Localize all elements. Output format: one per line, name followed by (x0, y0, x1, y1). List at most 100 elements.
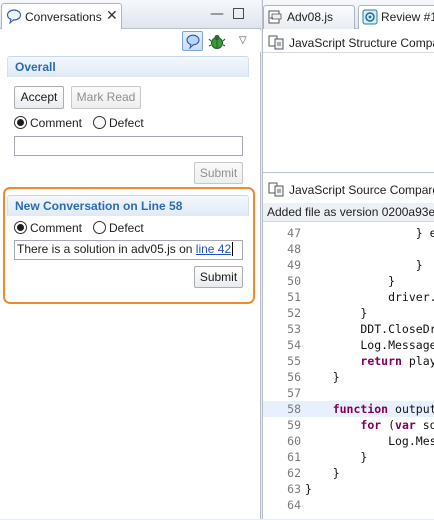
conversations-view: Conversations ✕ — ▽ Overall Accept Mark … (0, 0, 261, 519)
code-line: 64 (263, 497, 434, 513)
code-keyword: return (360, 354, 402, 368)
code-text: Log.Message (305, 338, 434, 352)
code-line: 47 } e (263, 225, 434, 241)
structure-compare-header: JavaScript Structure Compare (263, 31, 434, 53)
code-text: } (305, 258, 423, 272)
code-text: Log.Mess (305, 434, 434, 448)
tab-review[interactable]: Review #14 (358, 5, 434, 29)
line-number: 52 (287, 306, 301, 320)
speech-bubble-icon (186, 34, 200, 49)
new-conversation-input[interactable]: There is a solution in adv05.js on line … (14, 240, 243, 260)
code-text: } (305, 482, 312, 496)
defect-radio[interactable] (93, 116, 106, 129)
line-number: 53 (287, 322, 301, 336)
line-number: 58 (287, 402, 301, 416)
line-number: 61 (287, 450, 301, 464)
conversation-bubble-icon (6, 8, 22, 25)
code-keyword: function (332, 402, 389, 416)
version-status: Added file as version 0200a93e7 (263, 203, 434, 222)
tab-adv08-js[interactable]: Adv08.js (263, 5, 355, 29)
code-line: 63} (263, 481, 434, 497)
code-line: 53 DDT.CloseDr (263, 321, 434, 337)
line-number: 49 (287, 258, 301, 272)
tab-review-label: Review #14 (381, 10, 434, 24)
editor-tab-bar: Adv08.js Review #14 (263, 0, 434, 29)
new-comment-radio[interactable] (14, 221, 27, 234)
maximize-icon[interactable] (233, 8, 244, 19)
compare-icon (268, 34, 284, 50)
comment-radio[interactable] (14, 116, 27, 129)
overall-submit-button[interactable]: Submit (194, 162, 243, 184)
new-conversation-section: New Conversation on Line 58 Comment Defe… (7, 195, 249, 298)
bug-filter-icon[interactable] (208, 33, 226, 49)
line-number: 56 (287, 370, 301, 384)
code-area[interactable]: 47 } e 48 49 } 50 } 51 driver. 52 } 53 DDT.Clo… (263, 225, 434, 520)
code-keyword: var (395, 418, 416, 432)
line-number: 59 (287, 418, 301, 432)
code-text: for (var so (360, 418, 434, 432)
tab-conversations[interactable]: Conversations ✕ (1, 3, 122, 29)
new-defect-radio[interactable] (93, 221, 106, 234)
line-number: 47 (287, 226, 301, 240)
compare-icon (268, 181, 284, 197)
defect-radio-label: Defect (109, 116, 144, 130)
minimize-icon[interactable]: — (210, 6, 224, 22)
structure-compare-title: JavaScript Structure Compare (289, 36, 434, 50)
code-text: } (305, 306, 368, 320)
source-compare-pane: JavaScript Source Compare Added file as … (262, 172, 434, 519)
line-number: 50 (287, 274, 301, 288)
line-number: 63 (287, 482, 301, 496)
js-file-icon (267, 9, 283, 25)
new-conversation-title: New Conversation on Line 58 (15, 199, 183, 213)
code-text: DDT.CloseDr (305, 322, 434, 336)
review-icon (362, 9, 378, 25)
code-text: driver. (305, 290, 434, 304)
code-text: } (305, 466, 340, 480)
line-number: 54 (287, 338, 301, 352)
code-line: 57 (263, 385, 434, 401)
code-line: 50 } (263, 273, 434, 289)
line-link[interactable]: line 42 (196, 242, 231, 256)
line-number: 57 (287, 386, 301, 400)
code-line: 58 function output (263, 401, 434, 417)
tab-adv08-label: Adv08.js (287, 10, 334, 24)
code-line: 60 Log.Mess (263, 433, 434, 449)
code-line: 51 driver. (263, 289, 434, 305)
editor-area: Adv08.js Review #14 JavaScript Structure… (262, 0, 434, 172)
new-conversation-text: There is a solution in adv05.js on (17, 242, 196, 256)
new-conversation-submit-button[interactable]: Submit (194, 266, 243, 288)
line-number: 62 (287, 466, 301, 480)
close-icon[interactable]: ✕ (106, 9, 118, 23)
code-line: 54 Log.Message (263, 337, 434, 353)
code-text: } e (305, 226, 434, 240)
code-text: return play (360, 354, 434, 368)
new-conversation-header: New Conversation on Line 58 (7, 195, 249, 216)
code-line: 62 } (263, 465, 434, 481)
line-number: 64 (287, 498, 301, 512)
new-comment-radio-label: Comment (30, 221, 83, 235)
code-line: 48 (263, 241, 434, 257)
code-line: 61 } (263, 449, 434, 465)
comment-radio-label: Comment (30, 116, 83, 130)
new-defect-radio-label: Defect (109, 221, 144, 235)
overall-header: Overall (7, 56, 249, 77)
overall-title: Overall (15, 60, 56, 74)
line-number: 51 (287, 290, 301, 304)
code-line: 49 } (263, 257, 434, 273)
mark-read-button[interactable]: Mark Read (71, 86, 141, 109)
view-menu-chevron-icon[interactable]: ▽ (239, 35, 247, 46)
text-cursor (232, 242, 234, 256)
accept-button[interactable]: Accept (14, 86, 64, 109)
view-toolbar: ▽ (0, 30, 261, 52)
code-text: } (305, 370, 340, 384)
line-number: 48 (287, 242, 301, 256)
code-line: 59 for (var so (263, 417, 434, 433)
line-number: 55 (287, 354, 301, 368)
overall-section: Overall Accept Mark Read Comment Defect … (7, 56, 249, 186)
code-line: 55 return play (263, 353, 434, 369)
view-tab-bar: Conversations ✕ — (0, 0, 261, 29)
show-conversations-toggle[interactable] (182, 31, 203, 51)
source-compare-header: JavaScript Source Compare (263, 178, 434, 200)
overall-comment-input[interactable] (14, 136, 243, 156)
code-line: 52 } (263, 305, 434, 321)
